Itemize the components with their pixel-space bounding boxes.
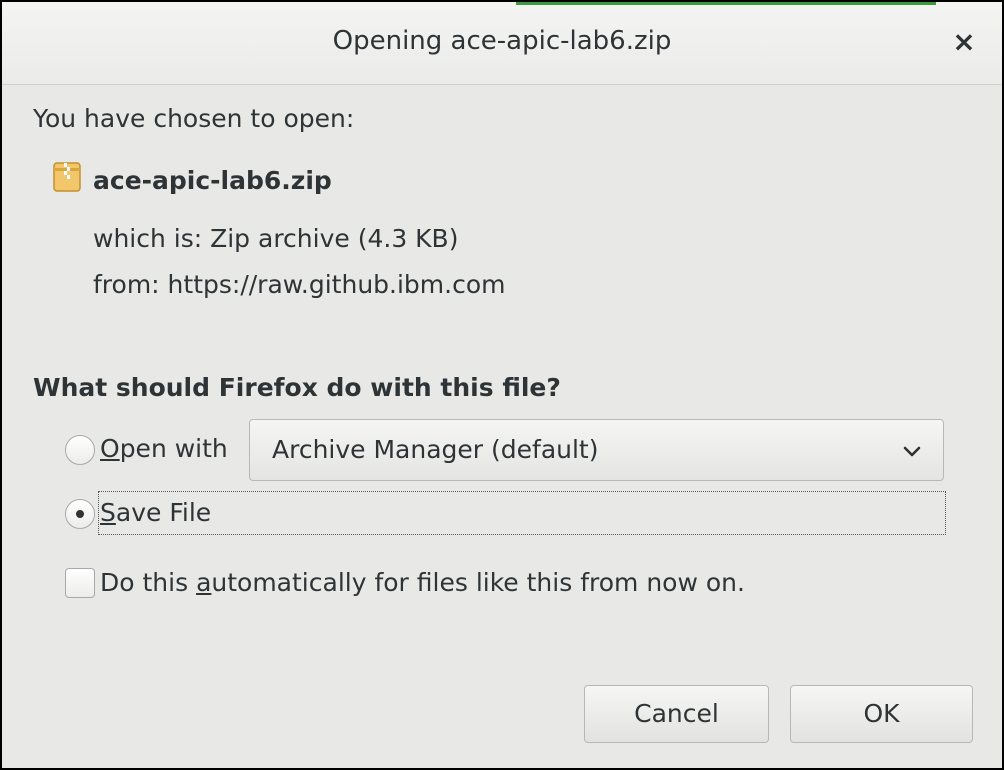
open-with-mnemonic: O <box>100 434 120 463</box>
auto-mnemonic: a <box>196 568 212 597</box>
action-question: What should Firefox do with this file? <box>33 373 561 402</box>
auto-label[interactable]: Do this automatically for files like thi… <box>100 568 745 597</box>
application-select-value: Archive Manager (default) <box>272 435 599 464</box>
open-with-label[interactable]: Open with <box>100 434 228 463</box>
application-select[interactable]: Archive Manager (default) <box>249 419 944 481</box>
title-bar-accent <box>516 2 936 5</box>
intro-text: You have chosen to open: <box>33 104 355 133</box>
close-icon[interactable]: × <box>948 26 980 58</box>
ok-button[interactable]: OK <box>790 685 973 743</box>
auto-label-rest: utomatically for files like this from no… <box>211 568 745 597</box>
save-file-focus-ring <box>98 491 946 535</box>
chevron-down-icon <box>903 446 921 457</box>
auto-checkbox[interactable] <box>65 568 95 598</box>
file-name: ace-apic-lab6.zip <box>93 166 332 195</box>
zip-archive-icon <box>53 162 81 192</box>
open-with-radio[interactable] <box>65 435 95 465</box>
download-dialog: Opening ace-apic-lab6.zip × You have cho… <box>0 0 1004 770</box>
file-type: which is: Zip archive (4.3 KB) <box>93 224 459 253</box>
title-bar: Opening ace-apic-lab6.zip × <box>2 2 1002 85</box>
file-source: from: https://raw.github.ibm.com <box>93 270 506 299</box>
save-file-radio[interactable] <box>65 499 95 529</box>
open-with-label-rest: pen with <box>119 434 228 463</box>
dialog-title: Opening ace-apic-lab6.zip <box>332 26 672 56</box>
cancel-button[interactable]: Cancel <box>584 685 769 743</box>
auto-label-prefix: Do this <box>100 568 197 597</box>
